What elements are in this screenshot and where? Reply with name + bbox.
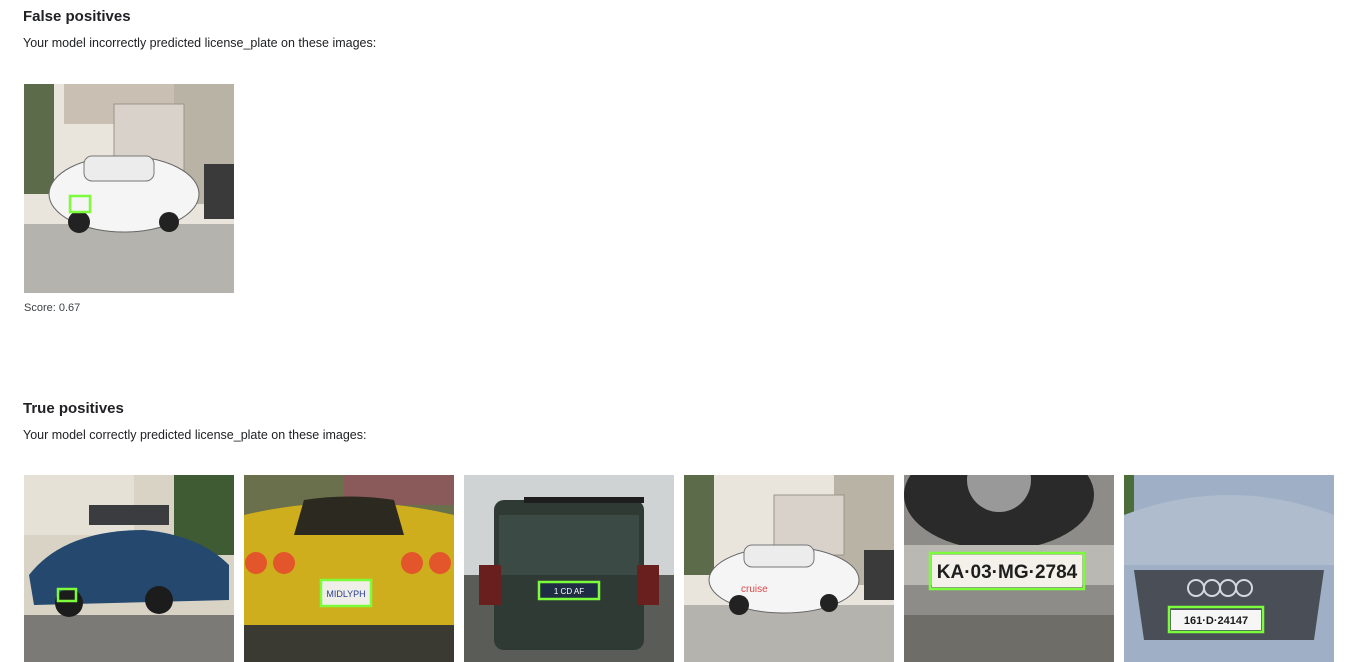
true-positives-description: Your model correctly predicted license_p…	[23, 428, 367, 442]
false-positives-section: False positives Your model incorrectly p…	[23, 8, 376, 51]
plate-text-3: 1 CD AF	[554, 587, 584, 596]
false-positive-image[interactable]	[24, 84, 234, 293]
plate-text-5: KA·03·MG·2784	[937, 562, 1078, 583]
true-positives-section: True positives Your model correctly pred…	[23, 400, 366, 443]
false-positives-title: False positives	[23, 8, 131, 25]
true-positive-image-3[interactable]: 1 CD AF	[464, 475, 674, 662]
plate-text-6: 161·D·24147	[1184, 615, 1248, 627]
false-positives-description: Your model incorrectly predicted license…	[23, 36, 377, 50]
true-positive-image-6[interactable]: 161·D·24147	[1124, 475, 1334, 662]
true-positives-title: True positives	[23, 400, 124, 417]
true-positive-image-4[interactable]: cruise	[684, 475, 894, 662]
plate-text-2: MIDLYPH	[326, 589, 365, 599]
plate-text-4: cruise	[741, 584, 768, 595]
false-positive-score: Score: 0.67	[24, 302, 81, 314]
true-positive-image-2[interactable]: MIDLYPH	[244, 475, 454, 662]
true-positive-image-1[interactable]	[24, 475, 234, 662]
true-positive-image-5[interactable]: KA·03·MG·2784	[904, 475, 1114, 662]
